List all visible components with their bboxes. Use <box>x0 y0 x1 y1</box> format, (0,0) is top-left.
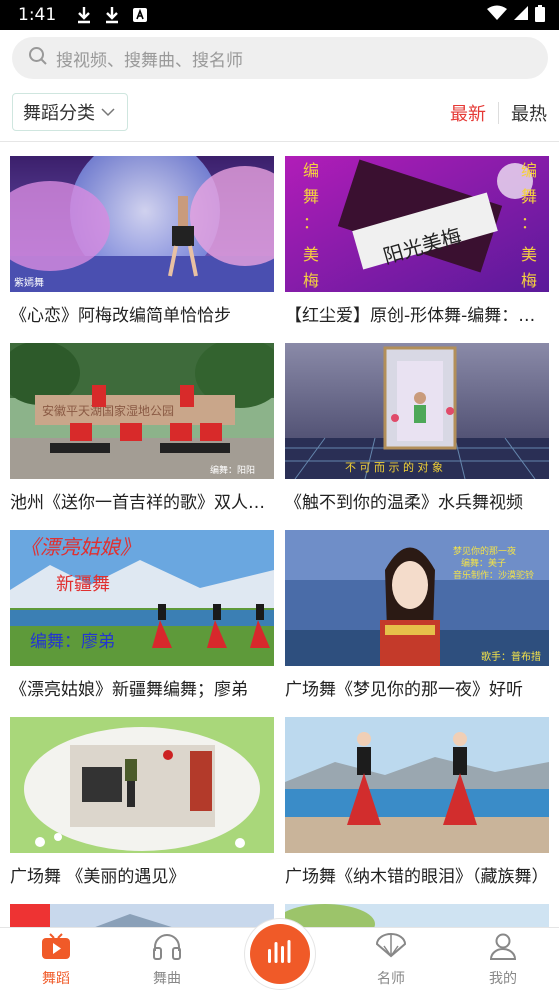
thumb-caption: 梅 <box>521 271 537 290</box>
thumb-caption: 歌手：普布措 <box>481 650 541 663</box>
sort-hottest-button[interactable]: 最热 <box>499 100 547 126</box>
headphones-icon <box>152 932 182 964</box>
video-title[interactable]: 广场舞《纳木错的眼泪》（藏族舞） <box>285 862 549 887</box>
video-thumbnail[interactable]: 《漂亮姑娘》 新疆舞 编舞：廖弟 <box>10 530 274 666</box>
thumb-caption: ： <box>303 213 319 232</box>
video-card[interactable]: 不 可 而 示 的 对 象 《触不到你的温柔》水兵舞视频 <box>285 343 549 513</box>
thumb-caption: ： <box>521 213 537 232</box>
thumb-caption: 梦见你的那一夜 <box>453 545 516 557</box>
search-icon <box>28 46 48 70</box>
thumb-caption: 舞 <box>303 187 319 206</box>
tab-label: 舞蹈 <box>42 971 70 987</box>
video-card[interactable]: 紫嫣舞 《心恋》阿梅改编简单恰恰步 <box>10 156 274 326</box>
thumb-caption: 编舞：美子 <box>461 557 506 569</box>
video-thumbnail[interactable]: 梦见你的那一夜 编舞：美子 音乐制作：沙漠驼铃 歌手：普布措 <box>285 530 549 666</box>
fan-icon <box>375 932 407 964</box>
thumb-caption: 梅 <box>303 271 319 290</box>
category-dropdown[interactable]: 舞蹈分类 <box>12 93 128 131</box>
video-thumbnail[interactable]: 紫嫣舞 <box>10 156 274 292</box>
filter-bar: 舞蹈分类 最新 最热 <box>0 86 559 142</box>
sort-options: 最新 最热 <box>450 100 547 126</box>
thumb-caption: 安徽平天湖国家湿地公园 <box>42 403 174 418</box>
app-notification-icon <box>130 5 150 25</box>
category-label: 舞蹈分类 <box>23 103 95 124</box>
thumb-caption: 紫嫣舞 <box>14 276 44 289</box>
search-placeholder: 搜视频、搜舞曲、搜名师 <box>56 50 243 71</box>
download-icon <box>74 5 94 25</box>
video-card[interactable]: 阳光美梅 编 舞 ： 美 梅 编 舞 ： 美 梅 【红尘爱】原创-形体舞-编舞：… <box>285 156 549 326</box>
video-thumbnail[interactable] <box>10 904 274 927</box>
video-card[interactable]: 安徽平天湖国家湿地公园 编舞：阳阳 池州《送你一首吉祥的歌》双人对跳 <box>10 343 274 513</box>
tab-music[interactable]: 舞曲 <box>117 932 217 988</box>
tab-label: 我的 <box>489 971 517 987</box>
video-title[interactable]: 【红尘爱】原创-形体舞-编舞：美梅 <box>285 301 549 326</box>
video-thumbnail[interactable] <box>285 717 549 853</box>
thumb-caption: 新疆舞 <box>56 574 110 595</box>
thumb-caption: 舞 <box>521 187 537 206</box>
download-icon <box>102 5 122 25</box>
thumb-caption: 编舞：廖弟 <box>30 632 115 652</box>
tab-label: 名师 <box>377 971 405 987</box>
signal-icon <box>513 5 529 25</box>
tab-profile[interactable]: 我的 <box>453 932 553 988</box>
status-time: 1:41 <box>18 5 57 25</box>
chevron-down-icon <box>101 107 115 117</box>
thumb-caption: 编 <box>303 161 319 180</box>
bottom-tab-bar: 舞蹈 舞曲 名师 我的 <box>0 924 559 993</box>
thumb-caption: 美 <box>521 245 537 264</box>
video-thumbnail[interactable]: 不 可 而 示 的 对 象 <box>285 343 549 479</box>
thumb-caption: 音乐制作：沙漠驼铃 <box>453 569 534 581</box>
video-thumbnail[interactable]: 安徽平天湖国家湿地公园 编舞：阳阳 <box>10 343 274 479</box>
thumb-caption: 不 可 而 示 的 对 象 <box>345 460 443 474</box>
video-card[interactable]: 广场舞 《美丽的遇见》 <box>10 717 274 887</box>
thumb-caption: 美 <box>303 245 319 264</box>
battery-icon <box>535 4 545 26</box>
thumb-caption: 编 <box>521 161 537 180</box>
video-thumbnail[interactable] <box>285 904 549 927</box>
video-card[interactable] <box>285 904 549 927</box>
video-card[interactable]: 广场舞《纳木错的眼泪》（藏族舞） <box>285 717 549 887</box>
video-thumbnail[interactable]: 阳光美梅 编 舞 ： 美 梅 编 舞 ： 美 梅 <box>285 156 549 292</box>
play-tv-icon <box>41 932 71 964</box>
thumb-caption: 《漂亮姑娘》 <box>20 535 140 559</box>
sort-newest-button[interactable]: 最新 <box>450 100 498 126</box>
wifi-icon <box>487 5 507 25</box>
tab-teachers[interactable]: 名师 <box>341 932 441 988</box>
video-title[interactable]: 《触不到你的温柔》水兵舞视频 <box>285 488 549 513</box>
tab-dance[interactable]: 舞蹈 <box>6 932 106 988</box>
video-card[interactable]: 梦见你的那一夜 编舞：美子 音乐制作：沙漠驼铃 歌手：普布措 广场舞《梦见你的那… <box>285 530 549 700</box>
video-thumbnail[interactable] <box>10 717 274 853</box>
video-title[interactable]: 《心恋》阿梅改编简单恰恰步 <box>10 301 274 326</box>
audio-bars-icon <box>265 937 295 971</box>
video-card[interactable]: 《漂亮姑娘》 新疆舞 编舞：廖弟 《漂亮姑娘》新疆舞编舞；廖弟 <box>10 530 274 700</box>
video-title[interactable]: 广场舞《梦见你的那一夜》好听 <box>285 675 549 700</box>
video-card[interactable] <box>10 904 274 927</box>
thumb-caption: 编舞：阳阳 <box>210 464 255 476</box>
search-bar[interactable]: 搜视频、搜舞曲、搜名师 <box>12 37 548 79</box>
center-audio-button[interactable] <box>250 924 310 984</box>
video-title[interactable]: 池州《送你一首吉祥的歌》双人对跳 <box>10 488 274 513</box>
video-grid: 紫嫣舞 《心恋》阿梅改编简单恰恰步 阳光美梅 编 舞 ： 美 梅 编 舞 ： 美… <box>0 142 559 927</box>
tab-label: 舞曲 <box>153 971 181 987</box>
video-title[interactable]: 广场舞 《美丽的遇见》 <box>10 862 274 887</box>
video-title[interactable]: 《漂亮姑娘》新疆舞编舞；廖弟 <box>10 675 274 700</box>
person-icon <box>489 932 517 964</box>
status-bar: 1:41 <box>0 0 559 30</box>
